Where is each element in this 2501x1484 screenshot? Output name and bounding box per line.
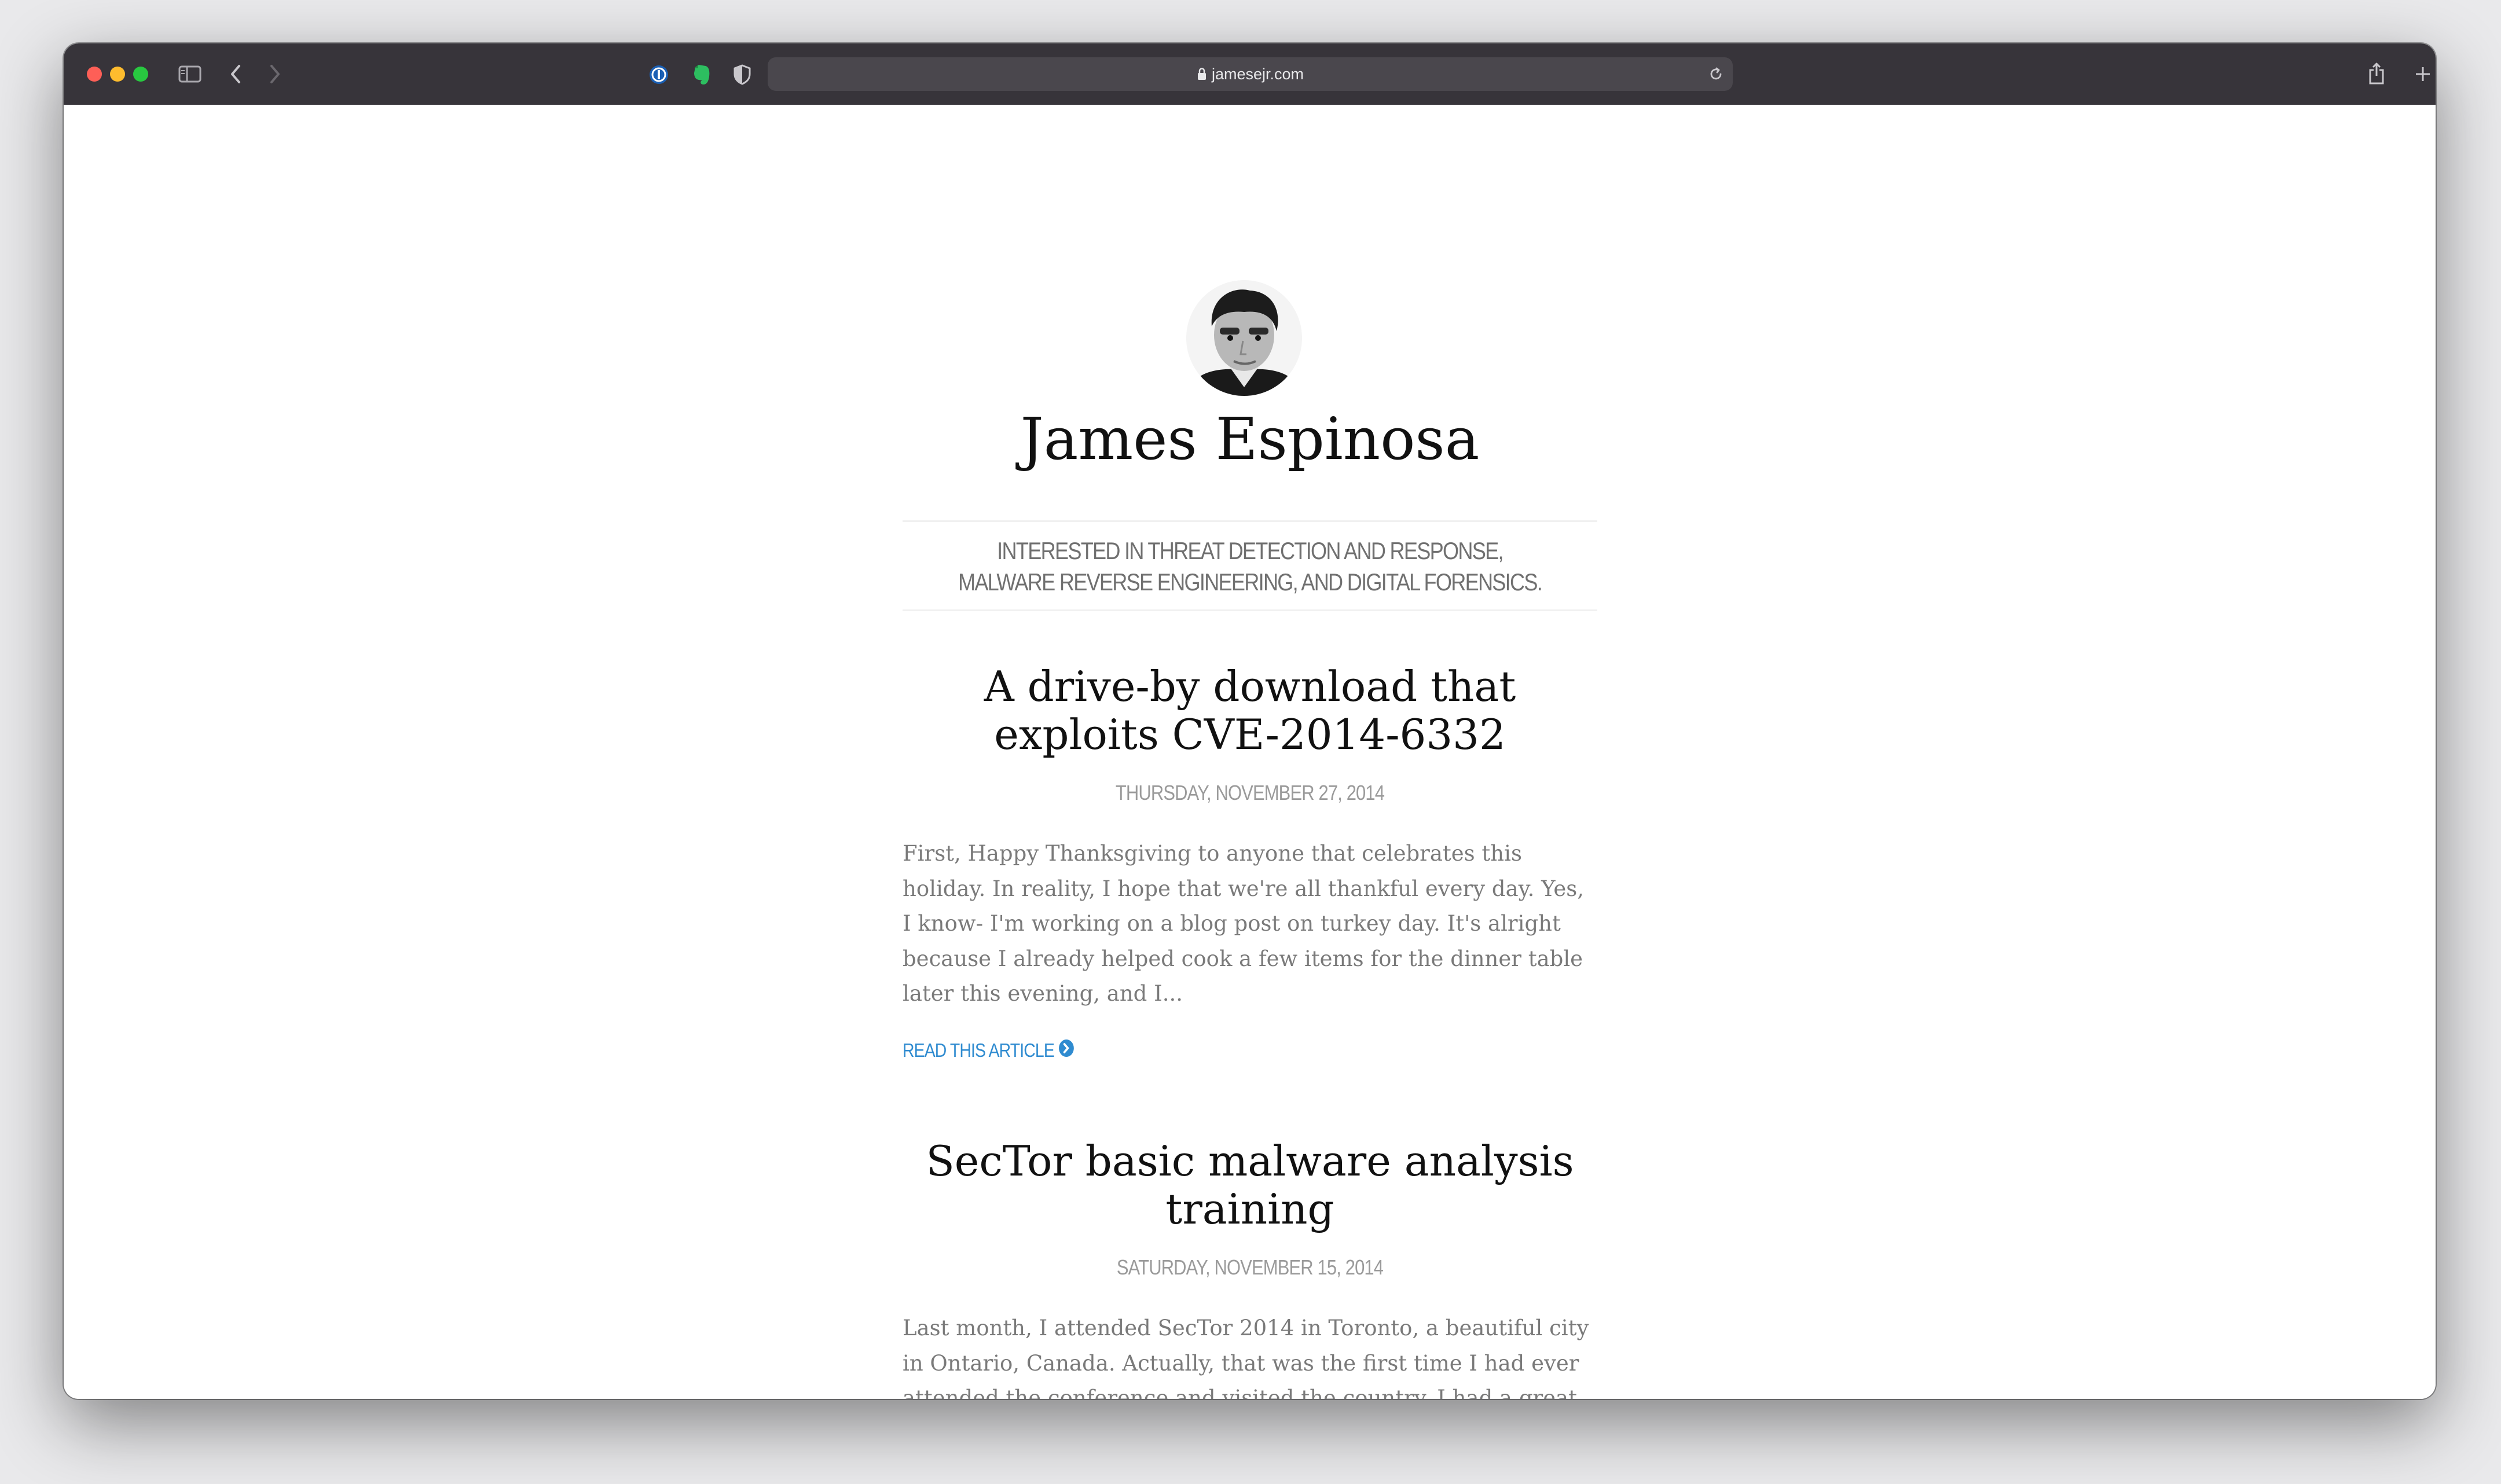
privacy-shield-icon[interactable] (732, 63, 753, 86)
browser-toolbar: jamesejr.com (64, 43, 2436, 105)
url-display[interactable]: jamesejr.com (768, 57, 1733, 91)
circle-arrow-right-icon (1058, 1039, 1075, 1062)
tagline-bottom-divider (903, 609, 1597, 611)
chevron-right-icon[interactable] (266, 63, 284, 85)
browser-window: jamesejr.com James Espinosa INTERESTED I… (64, 43, 2436, 1399)
post-date: Saturday, November 15, 2014 (1116, 1255, 1384, 1279)
url-text: jamesejr.com (1211, 65, 1304, 83)
evernote-icon[interactable] (690, 63, 712, 86)
site-tagline: Interested in threat detection and respo… (958, 537, 1543, 596)
sidebar-icon[interactable] (177, 64, 203, 84)
close-window-button[interactable] (87, 67, 102, 82)
plus-icon[interactable] (2413, 64, 2433, 84)
zoom-window-button[interactable] (133, 67, 148, 82)
post-excerpt: First, Happy Thanksgiving to anyone that… (903, 841, 1584, 1006)
post-excerpt: Last month, I attended SecTor 2014 in To… (903, 1316, 1589, 1399)
web-page: James Espinosa Interested in threat dete… (64, 105, 2436, 1399)
address-bar[interactable]: jamesejr.com (768, 57, 1733, 91)
minimize-window-button[interactable] (110, 67, 125, 82)
tagline-top-divider (903, 520, 1597, 522)
post-title[interactable]: A drive-by download that exploits CVE-20… (903, 663, 1597, 759)
lock-icon (1197, 58, 1207, 92)
post-date: Thursday, November 27, 2014 (1115, 781, 1385, 805)
chevron-left-icon[interactable] (227, 63, 244, 85)
read-article-link[interactable]: Read this article (903, 1039, 1074, 1062)
1password-icon[interactable] (648, 64, 669, 85)
read-article-label: Read this article (903, 1039, 1055, 1061)
reload-icon[interactable] (1707, 65, 1725, 83)
avatar[interactable] (1186, 280, 1302, 396)
share-icon[interactable] (2367, 61, 2386, 86)
site-title[interactable]: James Espinosa (903, 402, 1597, 477)
post-title[interactable]: SecTor basic malware analysis training (903, 1137, 1597, 1233)
